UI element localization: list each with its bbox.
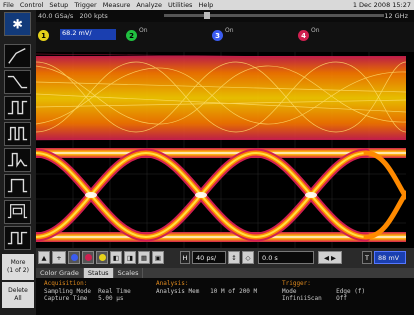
channel-color-3[interactable] — [96, 251, 108, 264]
sampling-mode-row: Sampling Mode Real Time — [44, 287, 131, 295]
menu-control[interactable]: Control — [20, 1, 44, 9]
timebase-slider[interactable] — [164, 12, 384, 19]
bandwidth-readout: 12 GHz — [384, 12, 408, 20]
menu-setup[interactable]: Setup — [49, 1, 68, 9]
channel-1-badge: 1 — [38, 30, 49, 41]
falling-edge-icon — [7, 75, 28, 89]
tab-scales[interactable]: Scales — [114, 268, 144, 278]
edge-trigger-button[interactable] — [4, 70, 31, 94]
zoom-tool-button[interactable] — [4, 44, 31, 68]
menu-bar: File Control Setup Trigger Measure Analy… — [0, 0, 414, 10]
asterisk-icon: ✱ — [12, 18, 23, 33]
channel-color-1[interactable] — [68, 251, 80, 264]
blue-dot-icon — [70, 254, 78, 261]
tab-bar: Color Grade Status Scales — [36, 268, 414, 278]
menu-file[interactable]: File — [3, 1, 14, 9]
pattern-icon — [7, 126, 28, 141]
pulse-trigger-button[interactable] — [4, 96, 31, 120]
measure-button[interactable]: ◧ — [110, 251, 122, 264]
marker-button[interactable]: ◨ — [124, 251, 136, 264]
trigger-level-field[interactable]: 88 mV — [374, 251, 406, 264]
menu-analyze[interactable]: Analyze — [136, 1, 162, 9]
more-label: More (1 of 2) — [7, 259, 29, 274]
runt-trigger-button[interactable] — [4, 148, 31, 172]
position-arrows-button[interactable]: ◀ ▶ — [318, 251, 342, 264]
capture-time-row: Capture Time 5.00 µs — [44, 295, 124, 302]
date-time: 1 Dec 2008 15:27 — [352, 1, 411, 9]
channel-2-badge: 2 — [126, 30, 137, 41]
left-toolbar: ✱ More (1 of 2) Delete All — [0, 10, 36, 315]
add-button[interactable]: + — [52, 251, 66, 264]
setup-hold-icon — [7, 231, 28, 245]
window-trigger-button[interactable] — [4, 200, 31, 224]
setup-hold-trigger-button[interactable] — [4, 226, 31, 250]
slider-thumb[interactable] — [204, 12, 210, 19]
horizontal-icon: H — [180, 251, 190, 264]
timeout-icon — [7, 178, 28, 193]
tab-status[interactable]: Status — [83, 268, 114, 278]
menu-trigger[interactable]: Trigger — [74, 1, 96, 9]
time-scale-down-button[interactable]: ↕ — [228, 251, 240, 264]
mask-button[interactable]: ▣ — [152, 251, 164, 264]
auto-scale-button[interactable]: ✱ — [4, 12, 31, 36]
analysis-section: Analysis: Analysis Mem 10 M of 200 M — [156, 280, 257, 295]
infiniiscan-row: InfiniiScan Off — [282, 295, 348, 302]
channel-4-control[interactable]: 4 On — [298, 27, 320, 47]
runt-icon — [7, 152, 28, 168]
time-scale-field[interactable]: 40 ps/ — [192, 251, 226, 264]
waveform-display[interactable] — [36, 52, 406, 248]
pulse-icon — [7, 100, 28, 115]
timebase-bar: ▲ + ◧ ◨ ▦ ▣ H 40 ps/ ↕ ◇ 0.0 s ◀ ▶ T 88 … — [36, 248, 414, 268]
acquisition-header: Acquisition: — [44, 280, 88, 287]
channel-4-state: On — [311, 27, 320, 34]
svg-text:✱: ✱ — [12, 18, 23, 33]
window-icon — [7, 204, 28, 219]
delete-all-button[interactable]: Delete All — [2, 282, 34, 308]
trigger-header: Trigger: — [282, 280, 311, 287]
tab-color-grade[interactable]: Color Grade — [36, 268, 84, 278]
channel-3-badge: 3 — [212, 30, 223, 41]
analysis-header: Analysis: — [156, 280, 189, 287]
zoom-icon — [8, 48, 26, 64]
channel-4-badge: 4 — [298, 30, 309, 41]
acquisition-status-bar: 40.0 GSa/s 200 kpts 12 GHz — [36, 10, 414, 22]
upper-eye-trace — [36, 53, 406, 141]
channel-3-control[interactable]: 3 On — [212, 27, 234, 47]
trigger-section: Trigger: Mode Edge (f) InfiniiScan Off — [282, 280, 365, 303]
menu-measure[interactable]: Measure — [103, 1, 131, 9]
red-dot-icon — [84, 254, 92, 261]
delay-icon-button[interactable]: ◇ — [242, 251, 254, 264]
status-panel: Acquisition: Sampling Mode Real Time Cap… — [36, 278, 414, 315]
delete-all-label: Delete All — [8, 287, 28, 302]
sample-rate-readout: 40.0 GSa/s 200 kpts — [38, 12, 108, 20]
menu-help[interactable]: Help — [198, 1, 213, 9]
trigger-mode-row: Mode Edge (f) — [282, 287, 366, 295]
yellow-dot-icon — [98, 254, 106, 261]
trigger-icon: T — [362, 251, 372, 264]
histogram-button[interactable]: ▦ — [138, 251, 150, 264]
channel-1-scale[interactable]: 68.2 mV/ — [60, 29, 116, 40]
pattern-trigger-button[interactable] — [4, 122, 31, 146]
right-scale-markers — [406, 52, 414, 248]
more-button[interactable]: More (1 of 2) — [2, 254, 34, 280]
channel-color-2[interactable] — [82, 251, 94, 264]
channel-1-control[interactable]: 1 — [38, 27, 49, 47]
acquisition-section: Acquisition: Sampling Mode Real Time Cap… — [44, 280, 131, 303]
channel-2-control[interactable]: 2 On — [126, 27, 148, 47]
time-position-field[interactable]: 0.0 s — [258, 251, 314, 264]
arrow-up-button[interactable]: ▲ — [38, 251, 50, 264]
timeout-trigger-button[interactable] — [4, 174, 31, 198]
channel-3-state: On — [225, 27, 234, 34]
channel-bar: 1 68.2 mV/ 2 On 3 On 4 On — [36, 22, 414, 52]
analysis-mem-row: Analysis Mem 10 M of 200 M — [156, 287, 258, 295]
menu-utilities[interactable]: Utilities — [168, 1, 192, 9]
channel-2-state: On — [139, 27, 148, 34]
